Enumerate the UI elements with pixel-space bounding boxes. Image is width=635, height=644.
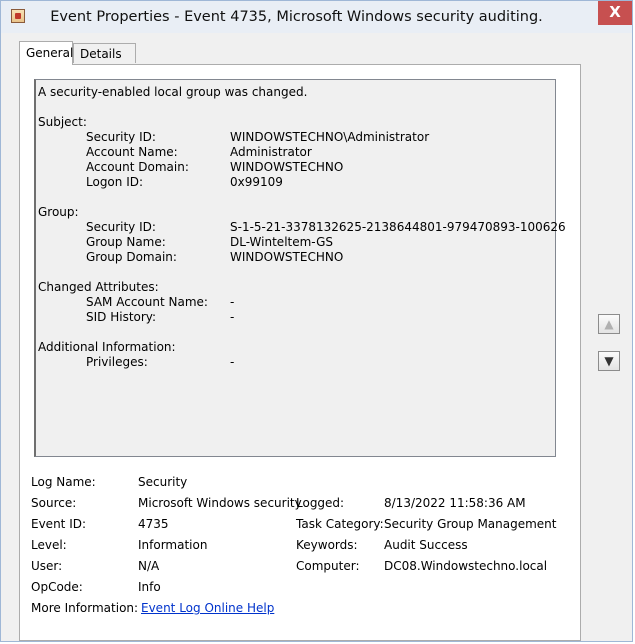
subject-security-id-value: WINDOWSTECHNO\Administrator <box>230 130 430 144</box>
task-category-label: Task Category: <box>296 517 384 531</box>
next-event-button[interactable]: ▼ <box>598 351 620 371</box>
sid-history-label: SID History: <box>86 310 157 324</box>
group-name-label: Group Name: <box>86 235 166 249</box>
window-title: Event Properties - Event 4735, Microsoft… <box>50 9 543 25</box>
computer-label: Computer: <box>296 559 360 573</box>
level-value: Information <box>138 538 208 552</box>
additional-info-heading: Additional Information: <box>38 340 176 354</box>
keywords-value: Audit Success <box>384 538 468 552</box>
source-label: Source: <box>31 496 77 510</box>
group-domain-value: WINDOWSTECHNO <box>230 250 344 264</box>
log-name-label: Log Name: <box>31 475 96 489</box>
computer-value: DC08.Windowstechno.local <box>384 559 548 573</box>
subject-account-name-value: Administrator <box>230 145 312 159</box>
logged-label: Logged: <box>296 496 345 510</box>
opcode-label: OpCode: <box>31 580 83 594</box>
changed-attributes-heading: Changed Attributes: <box>38 280 159 294</box>
general-panel: A security-enabled local group was chang… <box>19 64 581 641</box>
user-label: User: <box>31 559 63 573</box>
level-label: Level: <box>31 538 67 552</box>
log-name-value: Security <box>138 475 188 489</box>
tab-details[interactable]: Details <box>73 43 136 63</box>
opcode-value: Info <box>138 580 161 594</box>
group-domain-label: Group Domain: <box>86 250 177 264</box>
sam-account-name-value: - <box>230 295 235 309</box>
group-security-id-label: Security ID: <box>86 220 156 234</box>
task-category-value: Security Group Management <box>384 517 557 531</box>
source-value: Microsoft Windows security <box>138 496 302 510</box>
more-information-label: More Information: <box>31 601 139 615</box>
event-id-label: Event ID: <box>31 517 87 531</box>
title-bar[interactable]: Event Properties - Event 4735, Microsoft… <box>1 1 632 33</box>
privileges-value: - <box>230 355 235 369</box>
subject-logon-id-value: 0x99109 <box>230 175 283 189</box>
event-id-value: 4735 <box>138 517 169 531</box>
sid-history-value: - <box>230 310 235 324</box>
subject-security-id-label: Security ID: <box>86 130 156 144</box>
keywords-label: Keywords: <box>296 538 358 552</box>
sam-account-name-label: SAM Account Name: <box>86 295 208 309</box>
logged-value: 8/13/2022 11:58:36 AM <box>384 496 526 510</box>
arrow-up-icon: ▲ <box>604 317 614 331</box>
group-name-value: DL-Winteltem-GS <box>230 235 333 249</box>
subject-logon-id-label: Logon ID: <box>86 175 144 189</box>
event-log-online-help-link[interactable]: Event Log Online Help <box>141 601 274 615</box>
subject-account-domain-label: Account Domain: <box>86 160 189 174</box>
subject-account-name-label: Account Name: <box>86 145 178 159</box>
description-header: A security-enabled local group was chang… <box>38 85 308 99</box>
group-security-id-value: S-1-5-21-3378132625-2138644801-979470893… <box>230 220 566 234</box>
arrow-down-icon: ▼ <box>604 354 614 368</box>
group-heading: Group: <box>38 205 79 219</box>
previous-event-button[interactable]: ▲ <box>598 314 620 334</box>
privileges-label: Privileges: <box>86 355 148 369</box>
tab-general[interactable]: General <box>19 41 73 65</box>
event-properties-window: Event Properties - Event 4735, Microsoft… <box>0 0 633 642</box>
event-description-box[interactable]: A security-enabled local group was chang… <box>34 79 566 457</box>
user-value: N/A <box>138 559 160 573</box>
subject-heading: Subject: <box>38 115 87 129</box>
close-button[interactable]: X <box>598 1 632 25</box>
subject-account-domain-value: WINDOWSTECHNO <box>230 160 344 174</box>
